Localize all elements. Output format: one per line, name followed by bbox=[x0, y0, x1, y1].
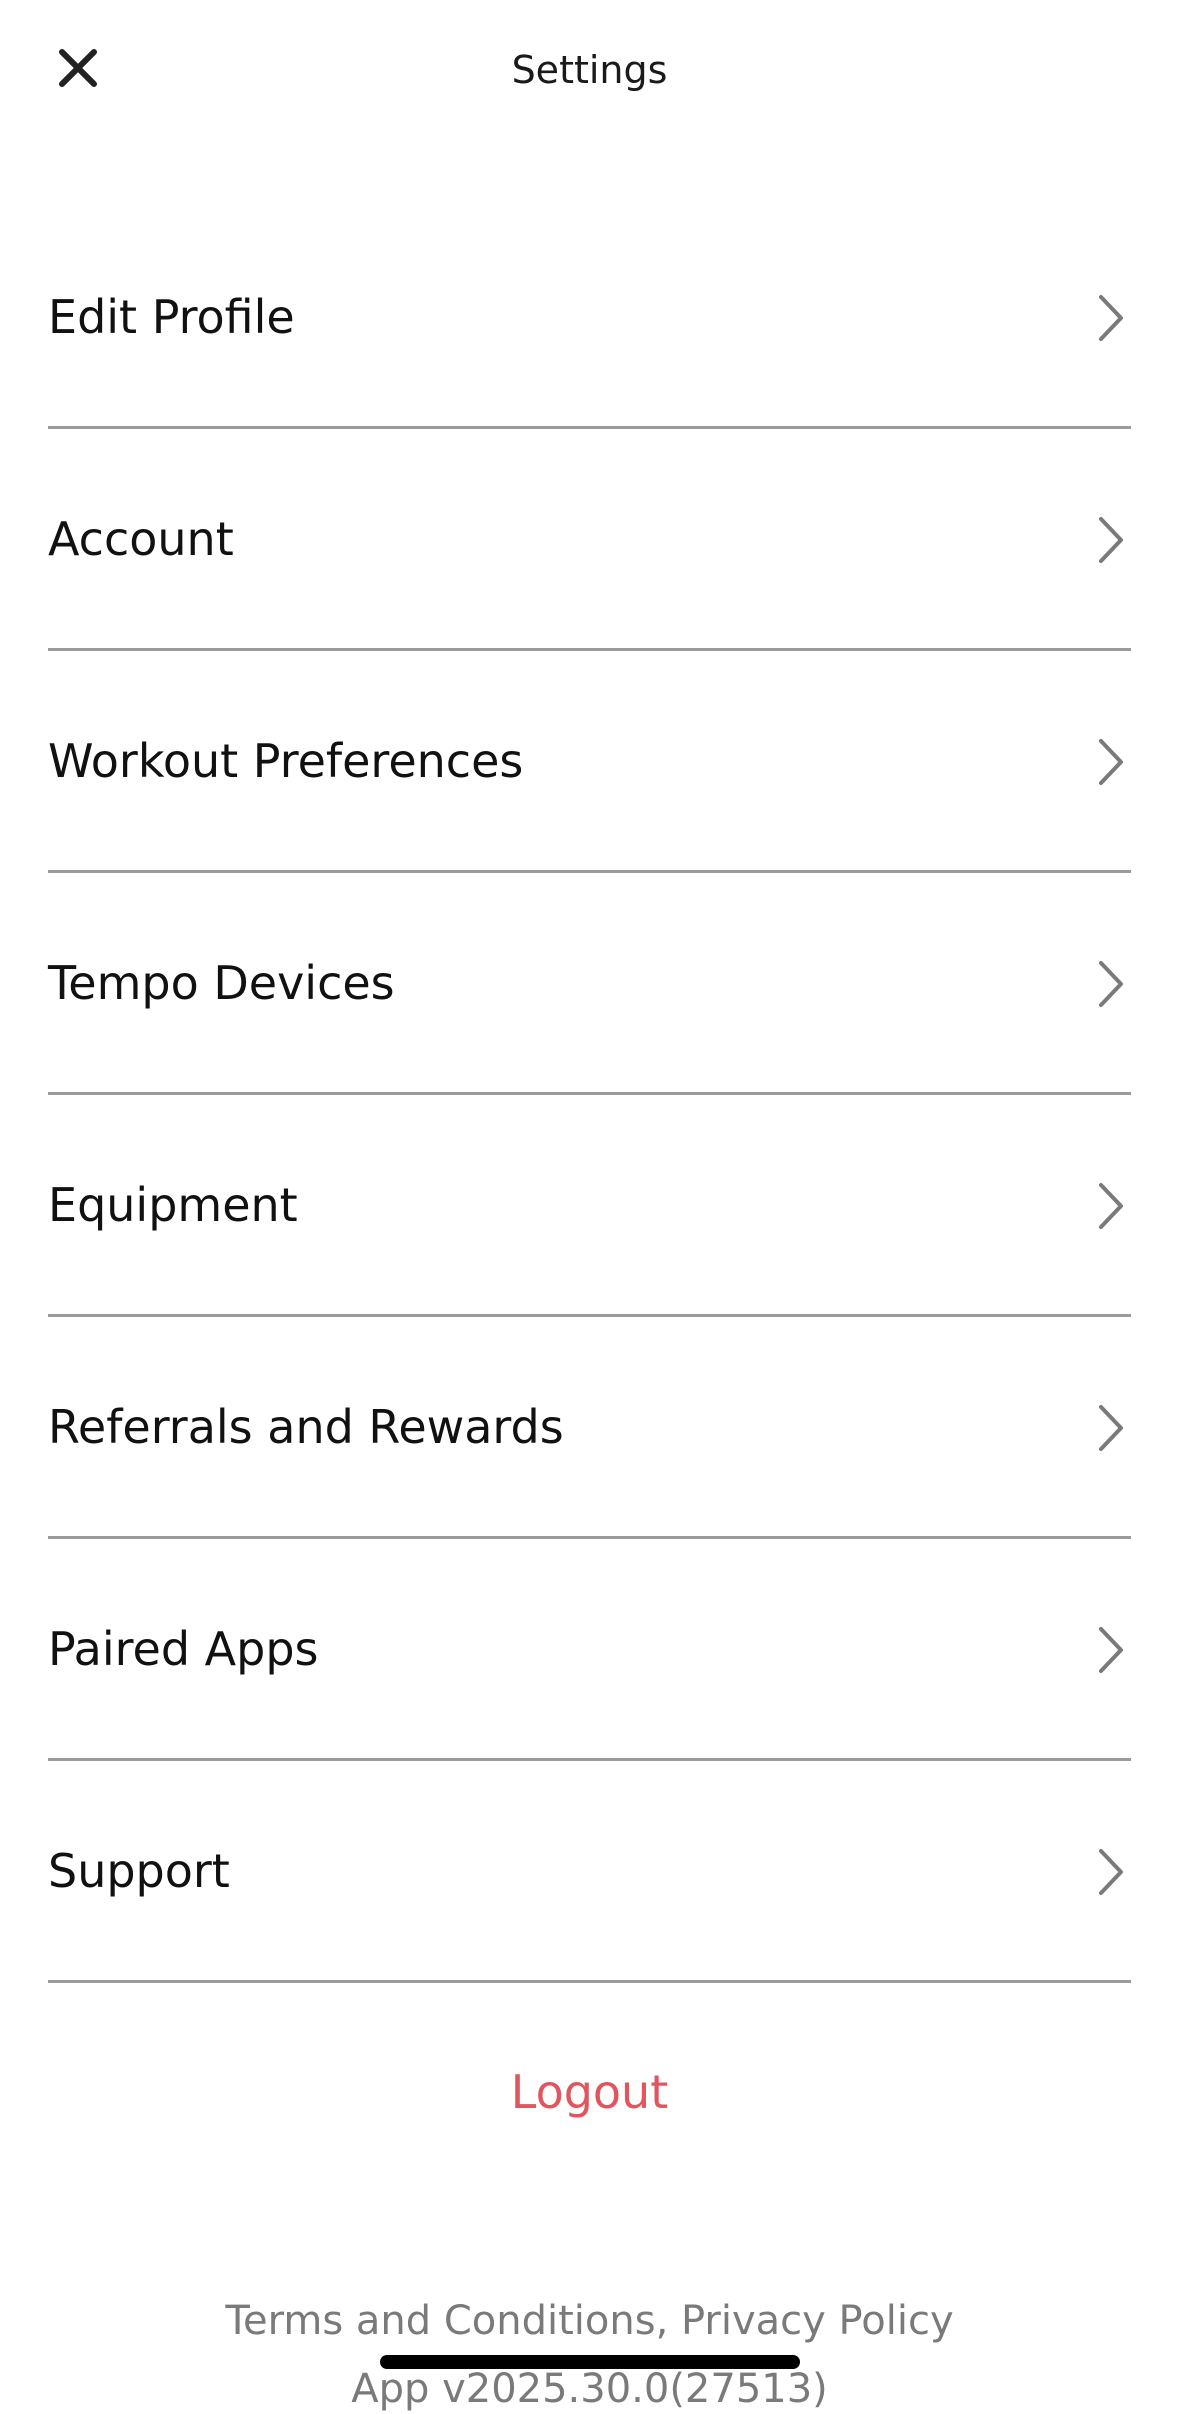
chevron-right-icon bbox=[1099, 517, 1123, 563]
chevron-right-icon bbox=[1099, 739, 1123, 785]
footer-separator: , bbox=[655, 2298, 682, 2344]
home-indicator bbox=[380, 2355, 800, 2369]
terms-link[interactable]: Terms and Conditions bbox=[225, 2298, 655, 2344]
chevron-right-icon bbox=[1099, 1405, 1123, 1451]
menu-item-support[interactable]: Support bbox=[48, 1761, 1131, 1983]
chevron-right-icon bbox=[1099, 295, 1123, 341]
menu-item-label: Paired Apps bbox=[48, 1622, 319, 1676]
page-title: Settings bbox=[511, 48, 668, 92]
chevron-right-icon bbox=[1099, 961, 1123, 1007]
header-bar: Settings bbox=[0, 0, 1179, 140]
menu-item-label: Workout Preferences bbox=[48, 734, 524, 788]
chevron-right-icon bbox=[1099, 1627, 1123, 1673]
menu-item-label: Account bbox=[48, 512, 234, 566]
menu-item-label: Referrals and Rewards bbox=[48, 1400, 564, 1454]
menu-item-label: Support bbox=[48, 1844, 230, 1898]
menu-item-edit-profile[interactable]: Edit Profile bbox=[48, 207, 1131, 429]
menu-item-paired-apps[interactable]: Paired Apps bbox=[48, 1539, 1131, 1761]
menu-item-tempo-devices[interactable]: Tempo Devices bbox=[48, 873, 1131, 1095]
menu-item-label: Equipment bbox=[48, 1178, 298, 1232]
settings-menu: Edit Profile Account Workout Preferences… bbox=[48, 207, 1131, 1983]
app-version: App v2025.30.0(27513) bbox=[351, 2366, 828, 2412]
menu-item-account[interactable]: Account bbox=[48, 429, 1131, 651]
menu-item-referrals-and-rewards[interactable]: Referrals and Rewards bbox=[48, 1317, 1131, 1539]
chevron-right-icon bbox=[1099, 1183, 1123, 1229]
privacy-link[interactable]: Privacy Policy bbox=[681, 2298, 954, 2344]
menu-item-label: Edit Profile bbox=[48, 290, 295, 344]
menu-item-label: Tempo Devices bbox=[48, 956, 395, 1010]
menu-item-equipment[interactable]: Equipment bbox=[48, 1095, 1131, 1317]
menu-item-workout-preferences[interactable]: Workout Preferences bbox=[48, 651, 1131, 873]
footer-links: Terms and Conditions, Privacy Policy bbox=[0, 2296, 1179, 2346]
logout-button[interactable]: Logout bbox=[0, 2064, 1179, 2120]
chevron-right-icon bbox=[1099, 1849, 1123, 1895]
